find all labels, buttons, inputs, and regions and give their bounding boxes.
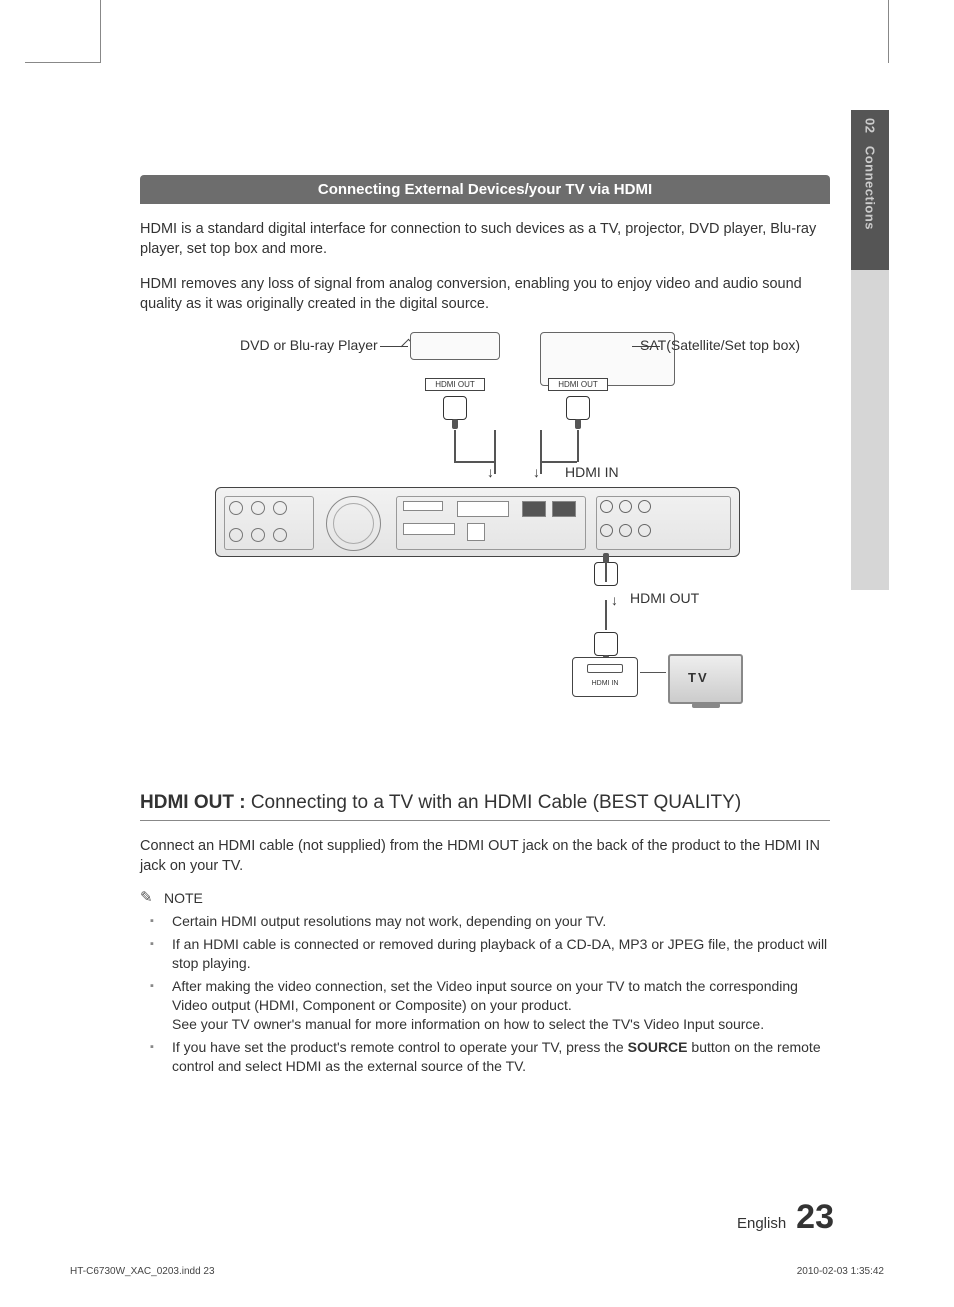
cable (494, 430, 496, 474)
hdmi-plug-icon (443, 396, 467, 420)
page-footer: English 23 (737, 1198, 834, 1237)
page-content: Connecting External Devices/your TV via … (140, 175, 830, 1080)
list-item: After making the video connection, set t… (168, 977, 830, 1034)
footer-language: English (737, 1215, 786, 1232)
heading-rest: Connecting to a TV with an HDMI Cable (B… (251, 792, 741, 813)
receiver-rear-panel (215, 487, 740, 557)
dvd-label: DVD or Blu-ray Player (240, 337, 378, 353)
crop-mark (25, 62, 100, 63)
hdmi-out-tag: HDMI OUT (425, 378, 485, 391)
print-timestamp: 2010-02-03 1:35:42 (797, 1266, 884, 1277)
cable (605, 557, 607, 582)
leader-line (640, 672, 666, 673)
arrow-down-icon: ↓ (487, 464, 494, 480)
intro-paragraph-1: HDMI is a standard digital interface for… (140, 220, 830, 259)
tv-hdmi-in-port: HDMI IN (572, 657, 638, 697)
cable (540, 461, 577, 463)
cable (454, 461, 494, 463)
note-list: Certain HDMI output resolutions may not … (140, 912, 830, 1075)
hdmi-out-label: HDMI OUT (630, 590, 699, 606)
cable (577, 430, 579, 462)
hdmi-plug-icon (594, 632, 618, 656)
cable (540, 430, 542, 474)
av-out-group (596, 496, 731, 550)
note-heading-text: NOTE (164, 890, 203, 906)
crop-mark (888, 0, 889, 63)
sat-label: SAT(Satellite/Set top box) (640, 337, 800, 353)
footer-page-number: 23 (796, 1198, 834, 1237)
note-icon (140, 891, 158, 905)
hdmi-in-label: HDMI IN (565, 464, 619, 480)
hdmi-out-tag: HDMI OUT (548, 378, 608, 391)
heading-bold: HDMI OUT : (140, 792, 251, 813)
chapter-tab: 02 Connections (851, 110, 889, 590)
list-item: If an HDMI cable is connected or removed… (168, 935, 830, 973)
list-item: If you have set the product's remote con… (168, 1038, 830, 1076)
subsection-heading: HDMI OUT : Connecting to a TV with an HD… (140, 792, 830, 821)
dvd-device-icon (410, 332, 500, 360)
chapter-title: Connections (863, 146, 878, 230)
hdmi-plug-icon (566, 396, 590, 420)
speaker-out-group (224, 496, 314, 550)
print-metadata: HT-C6730W_XAC_0203.indd 23 2010-02-03 1:… (70, 1266, 884, 1277)
arrow-down-icon: ↓ (611, 592, 618, 608)
note-heading: NOTE (140, 890, 830, 906)
section-banner: Connecting External Devices/your TV via … (140, 175, 830, 204)
io-group (396, 496, 586, 550)
connect-paragraph: Connect an HDMI cable (not supplied) fro… (140, 837, 830, 876)
chapter-number: 02 (863, 118, 878, 133)
list-item: Certain HDMI output resolutions may not … (168, 912, 830, 931)
cable (454, 430, 456, 462)
crop-mark (100, 0, 101, 63)
tv-label: TV (688, 670, 709, 685)
connection-diagram: DVD or Blu-ray Player SAT(Satellite/Set … (140, 332, 830, 752)
intro-paragraph-2: HDMI removes any loss of signal from ana… (140, 275, 830, 314)
arrow-down-icon: ↓ (533, 464, 540, 480)
print-file: HT-C6730W_XAC_0203.indd 23 (70, 1266, 215, 1277)
leader-line (380, 346, 408, 347)
fan-icon (326, 496, 381, 551)
cable (605, 600, 607, 630)
